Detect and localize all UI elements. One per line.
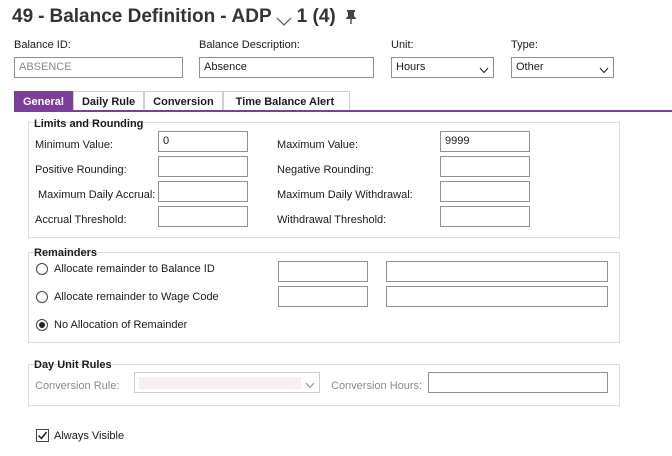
no-allocation-radio[interactable] xyxy=(36,319,48,331)
unit-select[interactable]: Hours xyxy=(391,57,494,78)
accrual-threshold-field[interactable] xyxy=(158,206,248,227)
chevron-down-icon xyxy=(599,64,609,74)
withdrawal-threshold-field[interactable] xyxy=(440,206,530,227)
type-selected-value: Other xyxy=(516,61,544,73)
remainder-balance-id-field[interactable] xyxy=(278,261,368,282)
positive-rounding-field[interactable] xyxy=(158,156,248,177)
page-title: 49 - Balance Definition - ADP 1 (4) xyxy=(12,6,358,28)
negative-rounding-field[interactable] xyxy=(440,156,530,177)
conversion-rule-value xyxy=(139,376,301,389)
day-unit-rules-group-title: Day Unit Rules xyxy=(34,359,112,371)
checkmark-icon xyxy=(37,431,48,440)
title-separator: - xyxy=(38,6,45,27)
unit-label: Unit: xyxy=(391,39,414,51)
record-count: 1 (4) xyxy=(296,6,336,27)
conversion-rule-label: Conversion Rule: xyxy=(35,380,120,392)
maximum-daily-withdrawal-label: Maximum Daily Withdrawal: xyxy=(277,189,413,201)
tab-bar: General Daily Rule Conversion Time Balan… xyxy=(14,91,351,111)
chevron-down-icon xyxy=(479,64,489,74)
balance-id-label: Balance ID: xyxy=(14,39,71,51)
tab-general[interactable]: General xyxy=(14,91,73,111)
accrual-threshold-label: Accrual Threshold: xyxy=(35,214,127,226)
minimum-value-label: Minimum Value: xyxy=(35,139,114,151)
negative-rounding-label: Negative Rounding: xyxy=(277,164,374,176)
entity-name: ADP xyxy=(231,6,272,27)
balance-id-field[interactable]: ABSENCE xyxy=(14,57,183,78)
limits-group-title: Limits and Rounding xyxy=(34,118,144,130)
tab-time-balance-alert[interactable]: Time Balance Alert xyxy=(222,91,351,111)
type-label: Type: xyxy=(511,39,538,51)
tab-conversion[interactable]: Conversion xyxy=(144,91,223,111)
radio-selected-dot xyxy=(39,322,45,328)
record-number: 49 xyxy=(12,6,34,27)
maximum-value-field[interactable]: 9999 xyxy=(440,131,530,152)
maximum-daily-accrual-label: Maximum Daily Accrual: xyxy=(38,189,156,201)
allocate-wage-code-label: Allocate remainder to Wage Code xyxy=(54,291,219,303)
no-allocation-label: No Allocation of Remainder xyxy=(54,319,188,331)
remainder-wage-code-field[interactable] xyxy=(278,286,368,307)
withdrawal-threshold-label: Withdrawal Threshold: xyxy=(277,214,387,226)
unit-selected-value: Hours xyxy=(396,61,426,73)
chevron-down-icon xyxy=(305,379,315,389)
balance-description-field[interactable]: Absence xyxy=(199,57,374,78)
allocate-balance-id-radio[interactable] xyxy=(36,263,48,275)
always-visible-checkbox[interactable] xyxy=(36,429,49,442)
tab-daily-rule[interactable]: Daily Rule xyxy=(72,91,145,111)
remainder-balance-id-description-field[interactable] xyxy=(386,261,608,282)
maximum-daily-accrual-field[interactable] xyxy=(158,181,248,202)
positive-rounding-label: Positive Rounding: xyxy=(35,164,127,176)
minimum-value-field[interactable]: 0 xyxy=(158,131,248,152)
allocate-balance-id-label: Allocate remainder to Balance ID xyxy=(54,263,215,275)
remainders-group-title: Remainders xyxy=(34,247,97,259)
conversion-hours-field[interactable] xyxy=(428,372,608,393)
page-title-text: Balance Definition xyxy=(49,6,216,27)
conversion-rule-select[interactable] xyxy=(134,372,320,393)
allocate-wage-code-radio[interactable] xyxy=(36,291,48,303)
maximum-value-label: Maximum Value: xyxy=(277,139,359,151)
balance-description-label: Balance Description: xyxy=(199,39,300,51)
chevron-down-icon[interactable] xyxy=(276,11,292,26)
always-visible-label: Always Visible xyxy=(54,430,125,442)
tab-underline xyxy=(14,110,672,112)
conversion-hours-label: Conversion Hours: xyxy=(331,380,423,392)
pin-icon[interactable] xyxy=(344,9,358,25)
title-separator-2: - xyxy=(220,6,227,27)
type-select[interactable]: Other xyxy=(511,57,614,78)
maximum-daily-withdrawal-field[interactable] xyxy=(440,181,530,202)
remainder-wage-code-description-field[interactable] xyxy=(386,286,608,307)
